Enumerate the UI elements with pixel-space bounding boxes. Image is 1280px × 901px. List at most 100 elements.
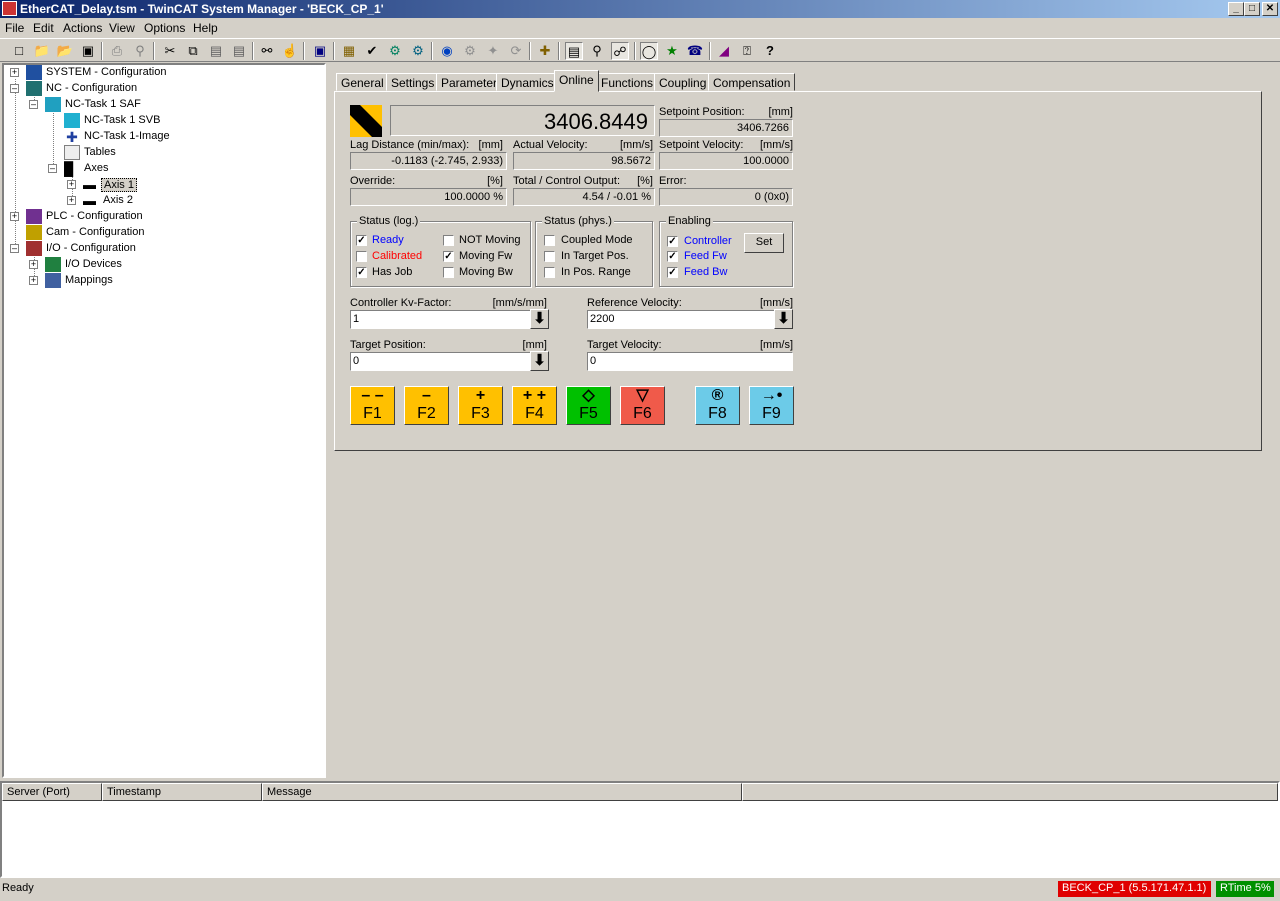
set-enabling-button[interactable]: Set	[744, 233, 784, 253]
has-job-checkbox[interactable]: ✓	[356, 267, 367, 278]
menu-file[interactable]: File	[5, 21, 24, 35]
moving-bw-checkbox[interactable]	[443, 267, 454, 278]
target-status[interactable]: BECK_CP_1 (5.5.171.47.1.1)	[1058, 881, 1211, 897]
column-message[interactable]: Message	[262, 783, 742, 801]
set-run-mode-icon[interactable]: ⚙	[409, 42, 427, 60]
setpoint-velocity-value: 100.0000	[659, 152, 793, 170]
restart-icon[interactable]: ◉	[438, 42, 456, 60]
not-moving-checkbox[interactable]	[443, 235, 454, 246]
f4-jog-fast-forward-button[interactable]: + + F4	[512, 386, 557, 425]
print-preview-icon[interactable]: ⚲	[131, 42, 149, 60]
find-icon[interactable]: ⚯	[258, 42, 276, 60]
tab-coupling[interactable]: Coupling	[654, 73, 712, 91]
free-run-icon[interactable]: ⟳	[507, 42, 525, 60]
in-pos-range-checkbox[interactable]	[544, 267, 555, 278]
manual-icon[interactable]: ◢	[715, 42, 733, 60]
reload-icon[interactable]: ⚙	[461, 42, 479, 60]
save-icon[interactable]: ▣	[79, 42, 97, 60]
controller-checkbox[interactable]: ✓	[667, 236, 678, 247]
help-icon[interactable]: ?	[761, 42, 779, 60]
target-velocity-label: Target Velocity:	[587, 339, 662, 351]
minimize-button[interactable]: _	[1228, 2, 1244, 16]
tree-label: I/O Devices	[65, 258, 122, 270]
f1-jog-fast-backward-button[interactable]: – – F1	[350, 386, 395, 425]
in-target-pos-checkbox[interactable]	[544, 251, 555, 262]
save-to-target-icon[interactable]: ▣	[311, 42, 329, 60]
rtime-status[interactable]: RTime 5%	[1216, 881, 1274, 897]
scan-devices-icon[interactable]: ✦	[484, 42, 502, 60]
expand-icon[interactable]: +	[67, 196, 76, 205]
feed-fw-checkbox[interactable]: ✓	[667, 251, 678, 262]
quick-help-icon[interactable]: ☎	[686, 42, 704, 60]
add-item-icon[interactable]: ✚	[536, 42, 554, 60]
open-folder-icon[interactable]: 📂	[56, 42, 74, 60]
menu-edit[interactable]: Edit	[33, 21, 54, 35]
f5-start-button[interactable]: ◇ F5	[566, 386, 611, 425]
tab-settings[interactable]: Settings	[386, 73, 440, 91]
tab-functions[interactable]: Functions	[596, 73, 659, 91]
axis-properties-pane: General Settings Parameter Dynamics Onli…	[328, 63, 1280, 778]
tab-dynamics[interactable]: Dynamics	[496, 73, 559, 91]
open-icon[interactable]: 📁	[33, 42, 51, 60]
show-sub-items-icon[interactable]: ★	[663, 42, 681, 60]
zoom-icon[interactable]: ⚲	[588, 42, 606, 60]
coupled-mode-checkbox[interactable]	[544, 235, 555, 246]
menu-view[interactable]: View	[109, 21, 135, 35]
menu-help[interactable]: Help	[193, 21, 218, 35]
find-next-icon[interactable]: ☝	[281, 42, 299, 60]
f6-stop-button[interactable]: ▽ F6	[620, 386, 665, 425]
feed-bw-checkbox[interactable]: ✓	[667, 267, 678, 278]
expand-icon[interactable]: +	[10, 68, 19, 77]
paste-with-links-icon[interactable]: ▤	[230, 42, 248, 60]
function-keys: – – F1 – F2 + F3 + + F4 ◇ F5 ▽ F6 ® F8 →• F9	[350, 386, 800, 426]
copy-icon[interactable]: ⧉	[184, 42, 202, 60]
tab-compensation[interactable]: Compensation	[708, 73, 796, 91]
activate-configuration-icon[interactable]: ⚙	[386, 42, 404, 60]
tab-parameter[interactable]: Parameter	[436, 73, 503, 91]
f2-jog-backward-button[interactable]: – F2	[404, 386, 449, 425]
collapse-icon[interactable]: –	[29, 100, 38, 109]
target-position-download-button[interactable]: ⬇	[530, 351, 549, 371]
setpoint-position-value: 3406.7266	[659, 119, 793, 137]
menu-options[interactable]: Options	[144, 21, 185, 35]
show-online-data-icon[interactable]: ▤	[565, 42, 583, 60]
moving-fw-checkbox[interactable]: ✓	[443, 251, 454, 262]
collapse-icon[interactable]: –	[10, 244, 19, 253]
f9-home-button[interactable]: →• F9	[749, 386, 794, 425]
menu-actions[interactable]: Actions	[63, 21, 102, 35]
collapse-icon[interactable]: –	[48, 164, 57, 173]
new-icon[interactable]: □	[10, 42, 28, 60]
f3-jog-forward-button[interactable]: + F3	[458, 386, 503, 425]
expand-icon[interactable]: +	[67, 180, 76, 189]
target-position-input[interactable]: 0	[350, 352, 531, 371]
message-pane[interactable]: Server (Port) Timestamp Message	[0, 781, 1280, 878]
cut-icon[interactable]: ✂	[161, 42, 179, 60]
expand-icon[interactable]: +	[29, 260, 38, 269]
expand-icon[interactable]: +	[29, 276, 38, 285]
tab-general[interactable]: General	[336, 73, 389, 91]
reference-velocity-input[interactable]: 2200	[587, 310, 775, 329]
ready-checkbox[interactable]: ✓	[356, 235, 367, 246]
tab-online[interactable]: Online	[554, 70, 599, 92]
choose-target-icon[interactable]: ☍	[611, 42, 629, 60]
paste-icon[interactable]: ▤	[207, 42, 225, 60]
print-icon[interactable]: ⎙	[108, 42, 126, 60]
kv-factor-input[interactable]: 1	[350, 310, 531, 329]
feed-bw-label: Feed Bw	[684, 266, 728, 278]
toggle-freerun-icon[interactable]: ◯	[640, 42, 658, 60]
close-button[interactable]: ✕	[1262, 2, 1278, 16]
f8-reset-button[interactable]: ® F8	[695, 386, 740, 425]
check-configuration-icon[interactable]: ✔	[363, 42, 381, 60]
generate-mappings-icon[interactable]: ▦	[340, 42, 358, 60]
reference-velocity-download-button[interactable]: ⬇	[774, 309, 793, 329]
configuration-tree[interactable]: + SYSTEM - Configuration – NC - Configur…	[2, 63, 326, 778]
calibrated-checkbox[interactable]	[356, 251, 367, 262]
target-velocity-input[interactable]: 0	[587, 352, 793, 371]
about-icon[interactable]: ⍰	[738, 42, 756, 60]
kv-factor-download-button[interactable]: ⬇	[530, 309, 549, 329]
column-timestamp[interactable]: Timestamp	[102, 783, 262, 801]
collapse-icon[interactable]: –	[10, 84, 19, 93]
expand-icon[interactable]: +	[10, 212, 19, 221]
column-server-port[interactable]: Server (Port)	[2, 783, 102, 801]
restore-button[interactable]: □	[1244, 2, 1260, 16]
